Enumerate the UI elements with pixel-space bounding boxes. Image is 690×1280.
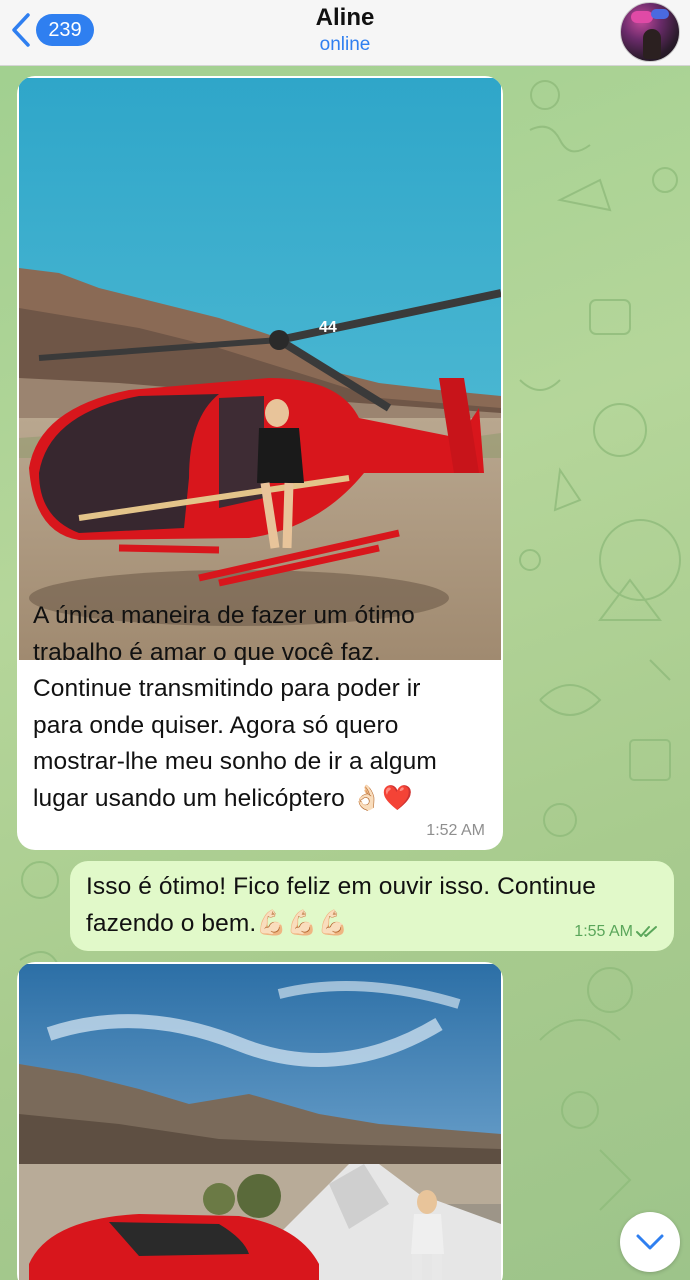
avatar[interactable]: [620, 2, 680, 62]
message-timestamp: 1:55 AM: [574, 923, 633, 940]
message-line: Isso é ótimo! Fico feliz em ouvir isso. …: [86, 873, 596, 900]
message-timestamp: 1:52 AM: [426, 822, 485, 839]
contact-info[interactable]: Aline online: [0, 4, 690, 58]
chevron-down-icon: [636, 1234, 664, 1250]
message-line: Continue transmitindo para poder ir: [33, 675, 421, 702]
read-double-check-icon: [636, 926, 657, 937]
helicopter-photo[interactable]: 44: [19, 78, 501, 660]
contact-status: online: [319, 34, 371, 55]
message-line: A única maneira de fazer um ótimo: [33, 602, 415, 629]
scroll-to-bottom-button[interactable]: [620, 1212, 680, 1272]
message-line: lugar usando um helicóptero 👌🏻❤️: [33, 784, 413, 812]
message-line: para onde quiser. Agora só quero: [33, 711, 399, 739]
outgoing-message-bubble[interactable]: Isso é ótimo! Fico feliz em ouvir isso. …: [70, 861, 674, 951]
message-meta: 1:55 AM: [574, 923, 660, 941]
incoming-message-bubble[interactable]: 44 A única maneira de fazer um ótimo tra…: [17, 76, 503, 850]
helicopter-photo-image: 44: [19, 78, 501, 660]
message-line: trabalho é amar o que você faz.: [33, 638, 381, 666]
contact-name: Aline: [315, 4, 375, 31]
sports-car-photo[interactable]: [19, 964, 501, 1280]
incoming-message-bubble[interactable]: [17, 962, 503, 1280]
message-line: mostrar-lhe meu sonho de ir a algum: [33, 748, 437, 775]
svg-text:44: 44: [319, 319, 337, 336]
sports-car-photo-image: [19, 964, 501, 1280]
message-text: A única maneira de fazer um ótimo trabal…: [33, 598, 503, 817]
chat-header: 239 Aline online: [0, 0, 690, 66]
